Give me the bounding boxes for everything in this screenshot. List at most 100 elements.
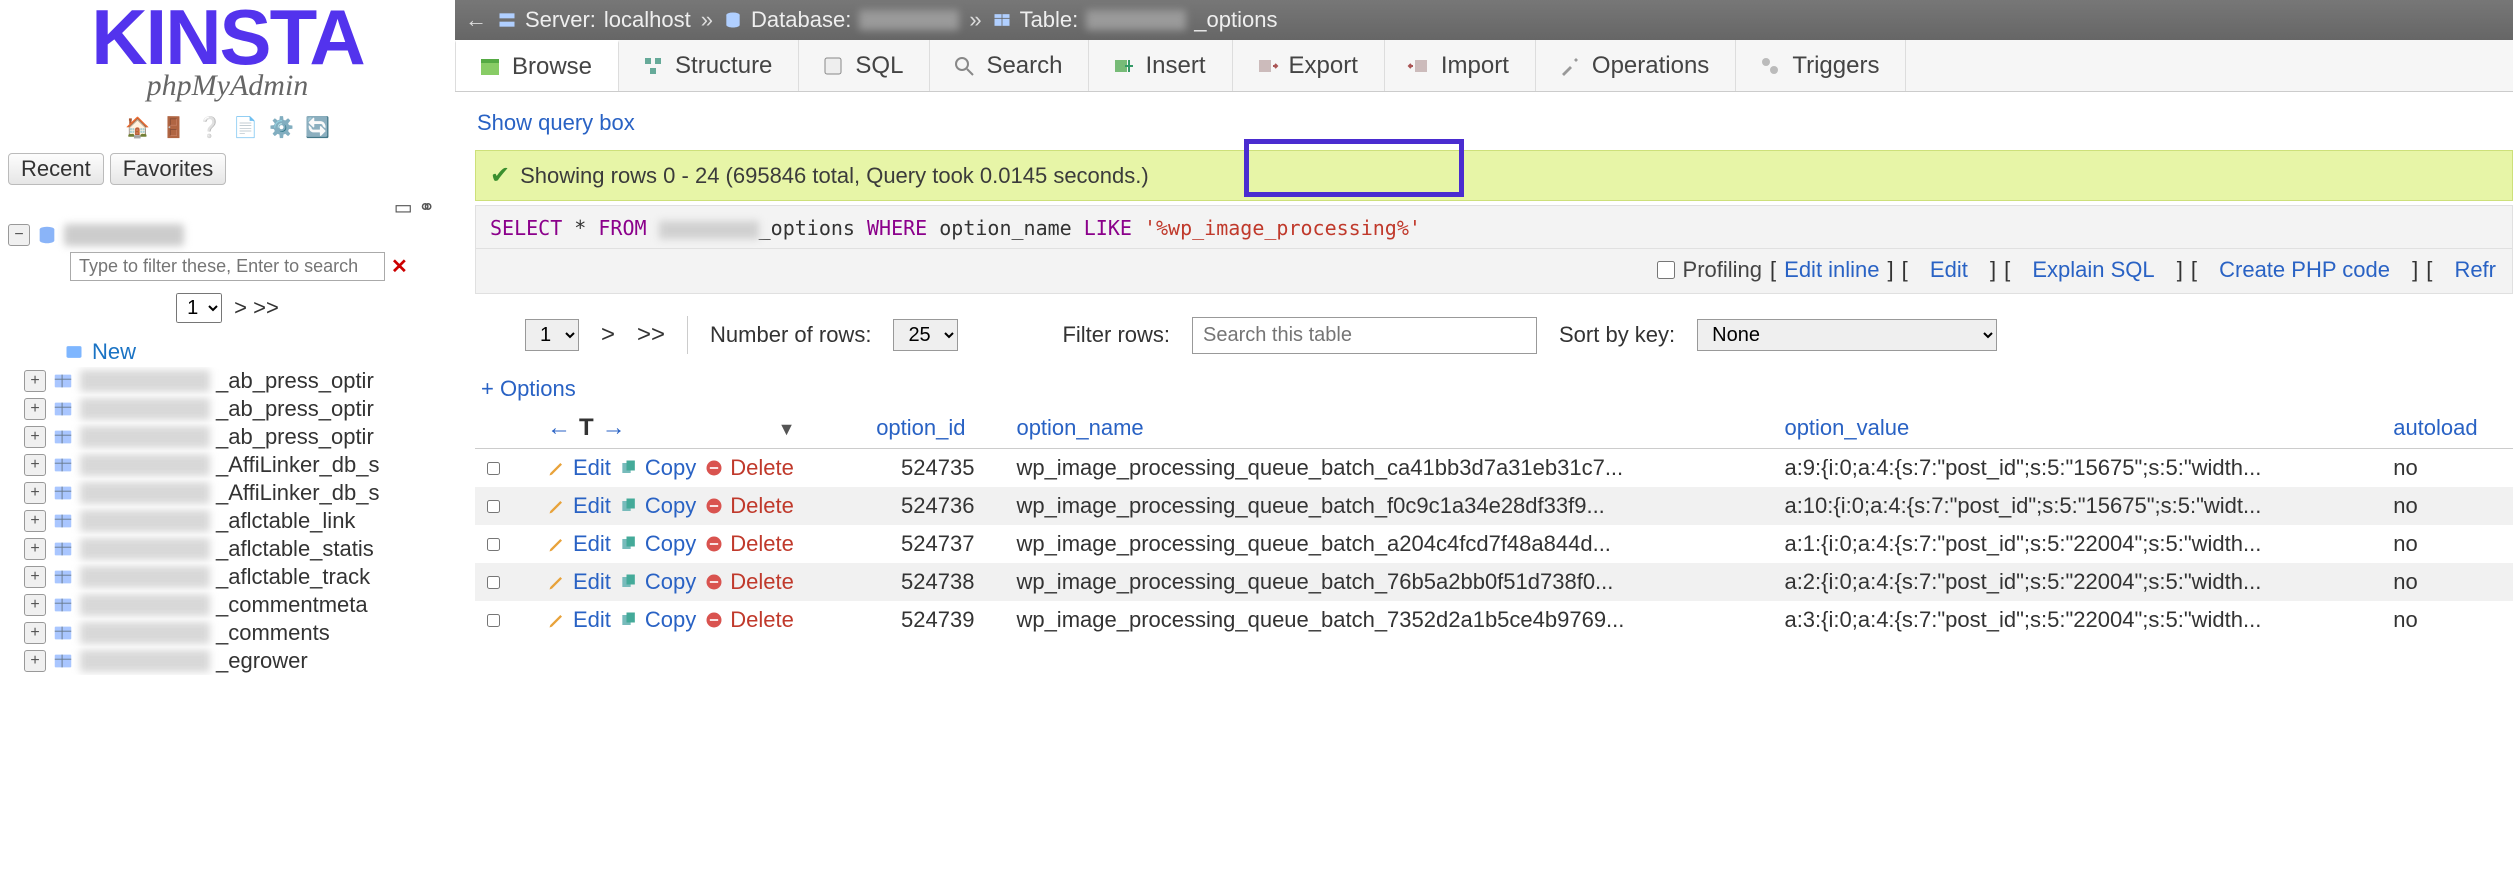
tab-search[interactable]: Search: [930, 40, 1089, 91]
minus-icon[interactable]: −: [8, 224, 30, 246]
edit-row-button[interactable]: Edit: [547, 607, 611, 633]
expand-icon[interactable]: +: [24, 622, 46, 644]
page-next-button[interactable]: > >>: [234, 295, 279, 321]
expand-icon[interactable]: +: [24, 398, 46, 420]
show-query-box-link[interactable]: Show query box: [477, 110, 635, 135]
options-toggle-link[interactable]: + Options: [481, 376, 576, 401]
edit-inline-link[interactable]: Edit inline: [1784, 257, 1879, 283]
cell-option-id: 524738: [864, 563, 1004, 601]
breadcrumb-table[interactable]: Table: _options: [992, 7, 1278, 33]
tree-new-item[interactable]: New: [24, 337, 455, 367]
db-tree-root[interactable]: −: [0, 224, 455, 246]
edit-row-button[interactable]: Edit: [547, 569, 611, 595]
sort-key-select[interactable]: None: [1697, 319, 1997, 351]
delete-row-button[interactable]: Delete: [704, 531, 794, 557]
tree-filter-input[interactable]: [70, 252, 385, 281]
expand-icon[interactable]: +: [24, 566, 46, 588]
t-icon[interactable]: T: [579, 414, 594, 442]
breadcrumb-database[interactable]: Database:: [723, 7, 959, 33]
table-prefix-redacted: [80, 398, 210, 420]
explain-sql-link[interactable]: Explain SQL: [2032, 257, 2154, 283]
row-checkbox[interactable]: [487, 614, 500, 627]
favorites-tab[interactable]: Favorites: [110, 153, 226, 185]
copy-row-button[interactable]: Copy: [619, 569, 696, 595]
row-checkbox[interactable]: [487, 462, 500, 475]
filter-rows-input[interactable]: [1192, 317, 1537, 354]
tab-export[interactable]: Export: [1233, 40, 1385, 91]
kw-select: SELECT: [490, 216, 562, 240]
clear-filter-icon[interactable]: ✕: [391, 254, 408, 279]
profiling-checkbox[interactable]: [1657, 261, 1675, 279]
refresh-link[interactable]: Refr: [2454, 257, 2496, 283]
row-checkbox[interactable]: [487, 576, 500, 589]
delete-row-button[interactable]: Delete: [704, 455, 794, 481]
tree-table-item[interactable]: +_AffiLinker_db_s: [24, 451, 455, 479]
edit-row-button[interactable]: Edit: [547, 455, 611, 481]
reload-icon[interactable]: 🔄: [305, 115, 331, 141]
tab-browse[interactable]: Browse: [455, 40, 619, 91]
edit-row-button[interactable]: Edit: [547, 493, 611, 519]
back-arrow-icon[interactable]: ←: [465, 7, 487, 33]
col-option-value[interactable]: option_value: [1772, 408, 2381, 449]
edit-link[interactable]: Edit: [1930, 257, 1968, 283]
page-select[interactable]: 1: [176, 293, 222, 323]
home-icon[interactable]: 🏠: [125, 115, 151, 141]
delete-row-button[interactable]: Delete: [704, 569, 794, 595]
docs-icon[interactable]: 📄: [233, 115, 259, 141]
copy-row-button[interactable]: Copy: [619, 455, 696, 481]
copy-row-button[interactable]: Copy: [619, 607, 696, 633]
tree-table-item[interactable]: +_comments: [24, 619, 455, 647]
tab-import[interactable]: Import: [1385, 40, 1536, 91]
next-page-button[interactable]: >: [601, 321, 615, 349]
tree-table-item[interactable]: +_aflctable_track: [24, 563, 455, 591]
tab-insert[interactable]: Insert: [1089, 40, 1232, 91]
row-checkbox[interactable]: [487, 500, 500, 513]
help-icon[interactable]: ❔: [197, 115, 223, 141]
sort-indicator-header[interactable]: ▼: [760, 408, 865, 449]
expand-icon[interactable]: +: [24, 370, 46, 392]
tree-table-item[interactable]: +_egrower: [24, 647, 455, 675]
logo-subtitle: phpMyAdmin: [10, 69, 445, 103]
table-prefix-redacted: [80, 622, 210, 644]
tree-table-item[interactable]: +_ab_press_optir: [24, 423, 455, 451]
copy-row-button[interactable]: Copy: [619, 493, 696, 519]
tab-sql[interactable]: SQL: [799, 40, 930, 91]
col-option-name[interactable]: option_name: [1004, 408, 1772, 449]
collapse-icon[interactable]: ▭: [394, 197, 413, 219]
link-icon[interactable]: ⚭: [418, 197, 435, 219]
num-rows-select[interactable]: 25: [893, 319, 958, 351]
page-select[interactable]: 1: [525, 319, 579, 351]
exit-icon[interactable]: 🚪: [161, 115, 187, 141]
tab-operations[interactable]: Operations: [1536, 40, 1736, 91]
arrow-left-icon[interactable]: ←: [547, 414, 571, 442]
tab-structure[interactable]: Structure: [619, 40, 799, 91]
delete-row-button[interactable]: Delete: [704, 493, 794, 519]
delete-row-button[interactable]: Delete: [704, 607, 794, 633]
col-option-id[interactable]: option_id: [864, 408, 1004, 449]
tree-table-item[interactable]: +_aflctable_statis: [24, 535, 455, 563]
expand-icon[interactable]: +: [24, 594, 46, 616]
tab-triggers[interactable]: Triggers: [1736, 40, 1906, 91]
expand-icon[interactable]: +: [24, 482, 46, 504]
tree-table-item[interactable]: +_ab_press_optir: [24, 367, 455, 395]
tree-table-item[interactable]: +_ab_press_optir: [24, 395, 455, 423]
create-php-link[interactable]: Create PHP code: [2219, 257, 2390, 283]
expand-icon[interactable]: +: [24, 426, 46, 448]
last-page-button[interactable]: >>: [637, 321, 665, 349]
database-icon: [36, 224, 58, 246]
col-autoload[interactable]: autoload: [2381, 408, 2513, 449]
copy-row-button[interactable]: Copy: [619, 531, 696, 557]
row-checkbox[interactable]: [487, 538, 500, 551]
edit-row-button[interactable]: Edit: [547, 531, 611, 557]
recent-tab[interactable]: Recent: [8, 153, 104, 185]
tree-table-item[interactable]: +_AffiLinker_db_s: [24, 479, 455, 507]
expand-icon[interactable]: +: [24, 650, 46, 672]
tree-table-item[interactable]: +_aflctable_link: [24, 507, 455, 535]
arrow-right-icon[interactable]: →: [602, 414, 626, 442]
breadcrumb-server[interactable]: Server: localhost: [497, 7, 691, 33]
expand-icon[interactable]: +: [24, 454, 46, 476]
tree-table-item[interactable]: +_commentmeta: [24, 591, 455, 619]
settings-icon[interactable]: ⚙️: [269, 115, 295, 141]
expand-icon[interactable]: +: [24, 510, 46, 532]
expand-icon[interactable]: +: [24, 538, 46, 560]
